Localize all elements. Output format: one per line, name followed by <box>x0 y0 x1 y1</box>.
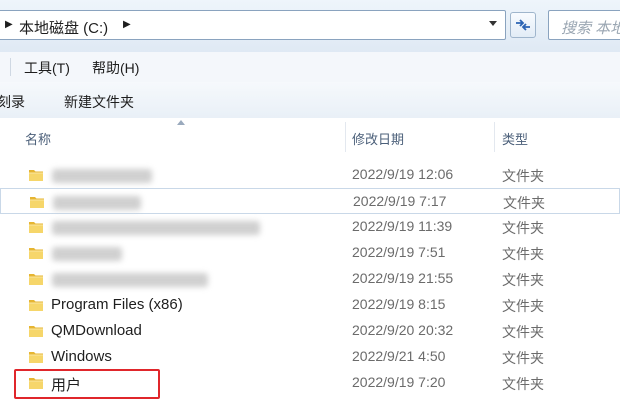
column-type[interactable]: 类型 <box>502 129 528 148</box>
column-divider[interactable] <box>345 122 346 152</box>
folder-icon <box>28 245 44 264</box>
folder-icon <box>28 323 44 342</box>
redacted-file-name <box>52 273 208 287</box>
address-bar[interactable]: ▶ 本地磁盘 (C:) ▶ <box>0 10 506 40</box>
folder-icon <box>28 297 44 316</box>
redacted-file-name <box>52 247 122 261</box>
redacted-file-name <box>53 196 141 210</box>
file-type: 文件夹 <box>502 376 544 392</box>
file-name: QMDownload <box>51 322 142 339</box>
folder-icon <box>29 300 43 311</box>
file-row[interactable]: Program Files (x86) 2022/9/19 8:15 文件夹 <box>0 292 620 318</box>
file-type: 文件夹 <box>502 298 544 314</box>
folder-icon <box>28 167 44 186</box>
breadcrumb-arrow-icon[interactable]: ▶ <box>5 19 13 30</box>
toolbar: 刻录 新建文件夹 <box>0 82 620 119</box>
folder-icon <box>28 349 44 368</box>
file-date: 2022/9/21 4:50 <box>352 348 446 364</box>
menu-item-help[interactable]: 帮助(H) <box>92 58 139 78</box>
file-date: 2022/9/19 7:17 <box>353 193 447 209</box>
folder-icon <box>29 170 43 181</box>
file-type: 文件夹 <box>502 350 544 366</box>
file-date: 2022/9/19 21:55 <box>352 270 454 286</box>
redacted-file-name <box>52 221 260 235</box>
refresh-icon <box>516 19 530 31</box>
address-path[interactable]: 本地磁盘 (C:) <box>19 17 108 38</box>
column-divider[interactable] <box>494 122 495 152</box>
file-type: 文件夹 <box>503 195 545 211</box>
file-type: 文件夹 <box>502 246 544 262</box>
file-date: 2022/9/19 7:20 <box>352 374 446 390</box>
folder-icon <box>28 271 44 290</box>
folder-icon <box>29 274 43 285</box>
file-date: 2022/9/19 8:15 <box>352 296 446 312</box>
burn-button[interactable]: 刻录 <box>0 92 25 112</box>
search-input[interactable]: 搜索 本地 <box>548 10 620 40</box>
file-list: 名称 修改日期 类型 2022/9/19 12:06 文件夹 2022/9/19 7… <box>0 118 620 412</box>
menu-bar: 工具(T) 帮助(H) <box>0 52 620 83</box>
file-type: 文件夹 <box>502 168 544 184</box>
file-row[interactable]: 2022/9/19 21:55 文件夹 <box>0 266 620 292</box>
file-date: 2022/9/19 7:51 <box>352 244 446 260</box>
file-date: 2022/9/20 20:32 <box>352 322 454 338</box>
file-type: 文件夹 <box>502 220 544 236</box>
file-name: Windows <box>51 348 112 365</box>
menu-separator <box>10 58 11 76</box>
file-date: 2022/9/19 11:39 <box>352 218 453 234</box>
file-row[interactable]: QMDownload 2022/9/20 20:32 文件夹 <box>0 318 620 344</box>
sort-ascending-icon <box>177 120 185 125</box>
file-row[interactable]: Windows 2022/9/21 4:50 文件夹 <box>0 344 620 370</box>
column-header: 名称 修改日期 类型 <box>0 118 620 154</box>
menu-item-tools[interactable]: 工具(T) <box>24 58 70 78</box>
address-bar-area: ▶ 本地磁盘 (C:) ▶ 搜索 本地 <box>0 0 620 53</box>
file-type: 文件夹 <box>502 324 544 340</box>
column-name[interactable]: 名称 <box>25 129 51 148</box>
chevron-down-icon[interactable] <box>489 21 497 26</box>
file-row[interactable]: 2022/9/19 7:17 文件夹 <box>0 188 620 214</box>
folder-icon <box>29 194 45 213</box>
folder-icon <box>29 326 43 337</box>
refresh-button[interactable] <box>510 12 536 38</box>
column-date[interactable]: 修改日期 <box>352 129 404 148</box>
folder-icon <box>28 219 44 238</box>
file-date: 2022/9/19 12:06 <box>352 166 454 182</box>
folder-icon <box>29 352 43 363</box>
new-folder-button[interactable]: 新建文件夹 <box>64 92 134 112</box>
search-placeholder: 搜索 本地 <box>561 20 620 37</box>
file-type: 文件夹 <box>502 272 544 288</box>
file-row[interactable]: 2022/9/19 11:39 文件夹 <box>0 214 620 240</box>
folder-icon <box>29 248 43 259</box>
folder-icon <box>29 222 43 233</box>
redacted-file-name <box>52 169 152 183</box>
file-row[interactable]: 2022/9/19 12:06 文件夹 <box>0 162 620 188</box>
file-name: Program Files (x86) <box>51 296 183 313</box>
highlight-box <box>14 369 160 399</box>
file-row[interactable]: 2022/9/19 7:51 文件夹 <box>0 240 620 266</box>
folder-icon <box>30 197 44 208</box>
breadcrumb-arrow-icon[interactable]: ▶ <box>123 19 131 30</box>
